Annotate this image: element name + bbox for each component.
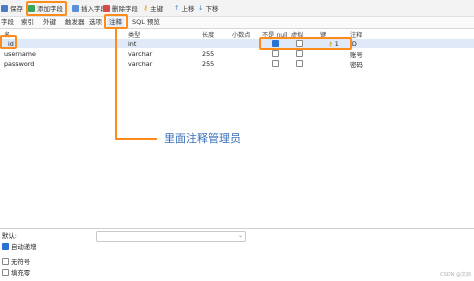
- field-length[interactable]: 255: [202, 60, 214, 68]
- insert-field-icon: [72, 4, 79, 12]
- unsigned-checkbox[interactable]: [2, 258, 9, 265]
- table-row[interactable]: password varchar 255 密码: [0, 59, 474, 69]
- watermark: CSDN @文启: [440, 272, 471, 278]
- tab-fields[interactable]: 字段: [1, 18, 14, 27]
- highlight-add-field: [26, 1, 67, 16]
- auto-increment-option[interactable]: 自动递增: [2, 242, 37, 251]
- tab-bar: 字段 索引 外键 触发器 选项 注释 SQL 预览: [0, 17, 474, 29]
- tab-indexes[interactable]: 索引: [21, 18, 34, 27]
- zerofill-option[interactable]: 填充零: [2, 268, 30, 277]
- primary-key-button[interactable]: ⚷ 主键: [143, 3, 163, 13]
- move-up-label: 上移: [181, 5, 195, 13]
- connector-line: [115, 29, 117, 139]
- save-label: 保存: [10, 5, 23, 13]
- tab-foreign-keys[interactable]: 外键: [43, 18, 56, 27]
- tab-options[interactable]: 选项: [89, 18, 102, 27]
- virtual-checkbox[interactable]: [296, 50, 303, 57]
- delete-field-icon: [103, 4, 110, 12]
- delete-field-button[interactable]: 删除字段: [103, 3, 138, 13]
- table-row[interactable]: username varchar 255 账号: [0, 49, 474, 59]
- field-type[interactable]: varchar: [128, 50, 152, 58]
- field-type[interactable]: int: [128, 40, 136, 48]
- zerofill-checkbox[interactable]: [2, 269, 9, 276]
- highlight-id-row: [259, 37, 352, 50]
- field-comment[interactable]: 账号: [350, 50, 363, 59]
- table-header: 名 类型 长度 小数点 不是 null 虚拟 键 注释: [0, 30, 474, 39]
- insert-field-button[interactable]: 插入字段: [72, 3, 107, 13]
- delete-field-label: 删除字段: [112, 5, 138, 13]
- field-name[interactable]: password: [4, 60, 34, 68]
- tab-sql-preview[interactable]: SQL 预览: [132, 18, 160, 27]
- chevron-down-icon: ⌄: [237, 232, 243, 239]
- highlight-comments-tab: [104, 14, 128, 29]
- col-decimals[interactable]: 小数点: [232, 30, 251, 39]
- col-type[interactable]: 类型: [128, 30, 140, 39]
- tab-triggers[interactable]: 触发器: [65, 18, 85, 27]
- auto-increment-checkbox[interactable]: [2, 243, 9, 250]
- default-label: 默认:: [2, 231, 17, 240]
- virtual-checkbox[interactable]: [296, 60, 303, 67]
- field-comment[interactable]: 密码: [350, 60, 363, 69]
- primary-key-label: 主键: [150, 5, 164, 13]
- default-value-select[interactable]: ⌄: [96, 231, 246, 242]
- not-null-checkbox[interactable]: [272, 50, 279, 57]
- field-name[interactable]: username: [4, 50, 36, 58]
- unsigned-option[interactable]: 无符号: [2, 257, 30, 266]
- not-null-checkbox[interactable]: [272, 60, 279, 67]
- save-button[interactable]: 保存: [1, 3, 23, 13]
- annotation-text: 里面注释管理员: [164, 132, 241, 145]
- auto-increment-label: 自动递增: [11, 243, 37, 251]
- arrow-up-icon: ↑: [174, 4, 180, 12]
- move-down-label: 下移: [205, 5, 219, 13]
- move-down-button[interactable]: ↓ 下移: [198, 3, 218, 13]
- connector-line: [115, 138, 157, 140]
- zerofill-label: 填充零: [11, 269, 31, 277]
- col-length[interactable]: 长度: [202, 30, 214, 39]
- default-label-text: 默认:: [2, 232, 17, 240]
- highlight-id-cell: [0, 35, 17, 49]
- field-length[interactable]: 255: [202, 50, 214, 58]
- arrow-down-icon: ↓: [198, 4, 204, 12]
- table-row[interactable]: id int ⚷ 1 ID: [0, 39, 474, 48]
- unsigned-label: 无符号: [11, 258, 31, 266]
- save-icon: [1, 4, 8, 12]
- toolbar: 保存 添加字段 插入字段 删除字段 ⚷ 主键 ↑ 上移 ↓ 下移: [0, 0, 474, 17]
- field-type[interactable]: varchar: [128, 60, 152, 68]
- key-icon: ⚷: [143, 4, 149, 12]
- move-up-button[interactable]: ↑ 上移: [174, 3, 194, 13]
